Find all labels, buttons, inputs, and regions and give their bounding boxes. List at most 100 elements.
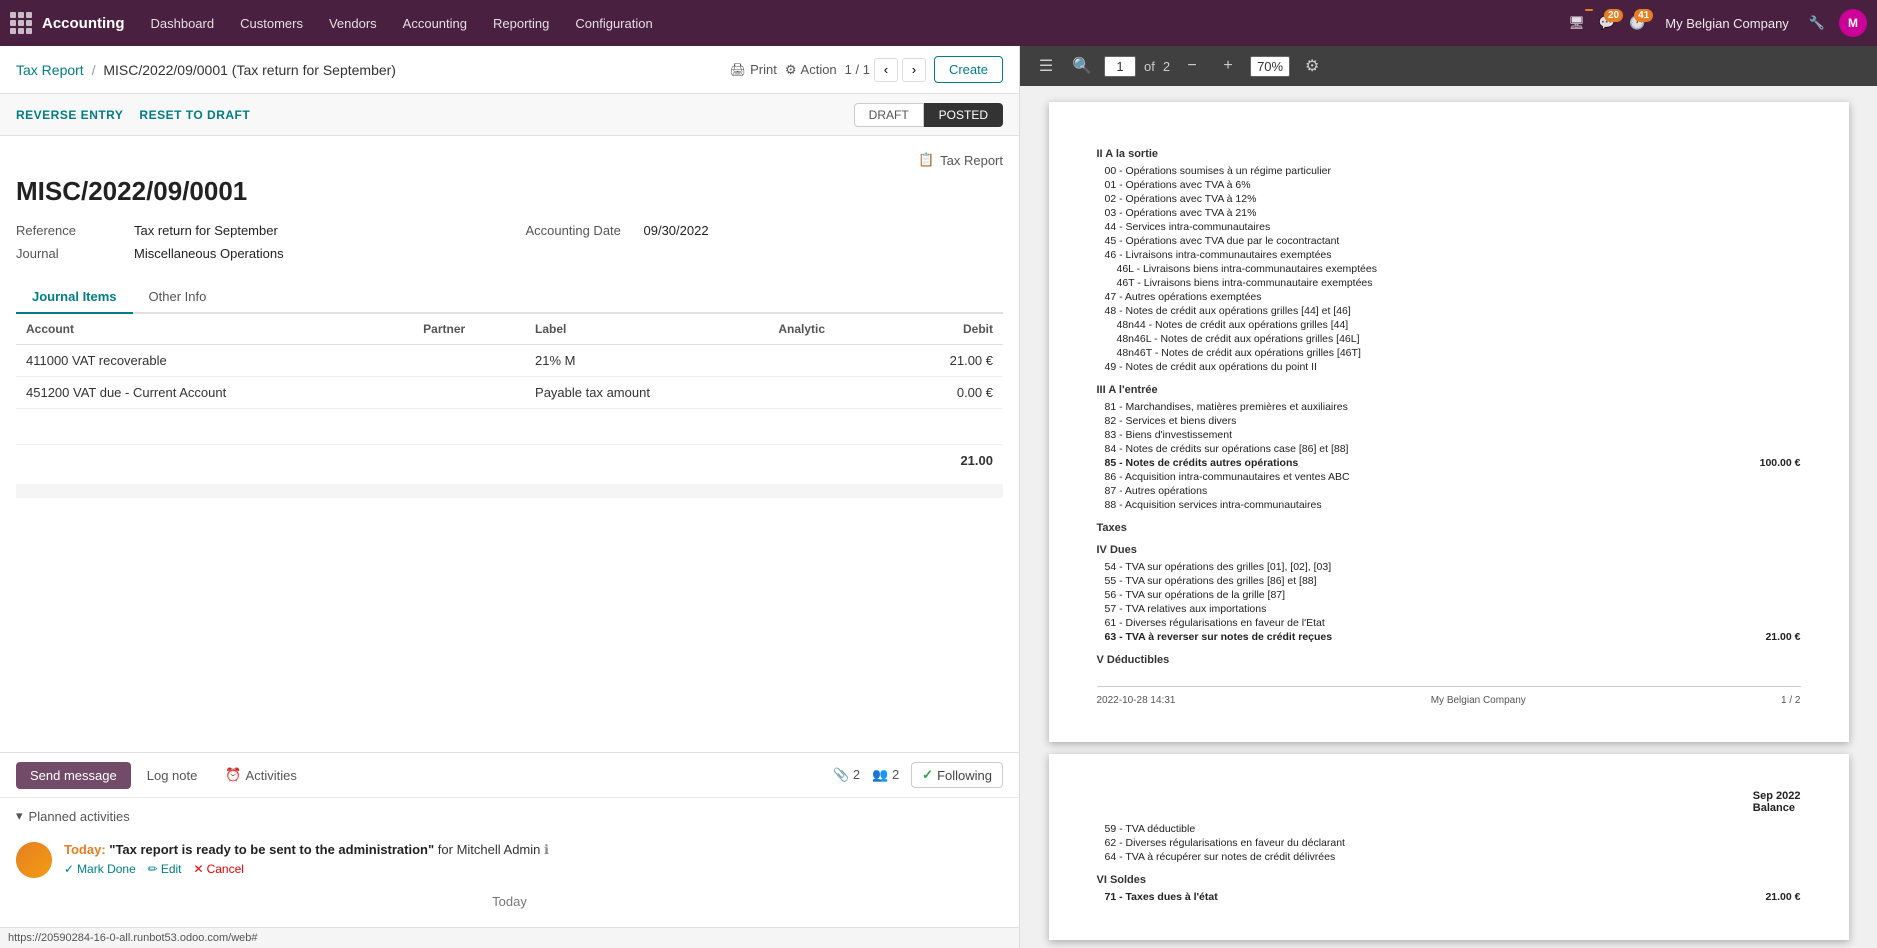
pdf-footer-pager: 1 / 2 — [1781, 695, 1800, 706]
mark-done-button[interactable]: ✓ Mark Done — [64, 862, 136, 876]
pdf-row: 00 - Opérations soumises à un régime par… — [1097, 164, 1801, 178]
table-total: 21.00 — [889, 445, 1003, 477]
pdf-row: 48n44 - Notes de crédit aux opérations g… — [1097, 318, 1801, 332]
action-button[interactable]: ⚙ Action — [785, 62, 837, 78]
create-button[interactable]: Create — [934, 56, 1003, 83]
pdf-zoom-in[interactable]: + — [1214, 52, 1242, 80]
pdf-zoom-out[interactable]: − — [1178, 52, 1206, 80]
col-account: Account — [16, 314, 413, 345]
log-note-button[interactable]: Log note — [135, 762, 210, 789]
pdf-row: 85 - Notes de crédits autres opérations1… — [1097, 456, 1801, 470]
settings-icon[interactable]: 🔧 — [1809, 15, 1825, 31]
following-button[interactable]: ✓ Following — [911, 762, 1003, 788]
reference-label: Reference — [16, 223, 126, 238]
cell-partner-1 — [413, 377, 525, 409]
pencil-icon: ✏ — [148, 862, 158, 876]
col-label: Label — [525, 314, 768, 345]
pdf-row: 46L - Livraisons biens intra-communautai… — [1097, 262, 1801, 276]
nav-vendors[interactable]: Vendors — [319, 12, 387, 35]
journal-label: Journal — [16, 246, 126, 261]
chatter: Send message Log note ⏰ Activities 📎 2 👥… — [0, 752, 1019, 948]
cell-account-1: 451200 VAT due - Current Account — [16, 377, 413, 409]
pdf-row: 55 - TVA sur opérations des grilles [86]… — [1097, 574, 1801, 588]
cell-debit-0: 21.00 € — [889, 345, 1003, 377]
nav-customers[interactable]: Customers — [230, 12, 313, 35]
form-content: 📋 Tax Report MISC/2022/09/0001 Reference… — [0, 136, 1019, 752]
activity-description: Today: "Tax report is ready to be sent t… — [64, 842, 1003, 858]
reference-field: Reference Tax return for September — [16, 223, 494, 238]
planned-activities-title[interactable]: ▾ Planned activities — [16, 808, 1003, 824]
today-divider: Today — [16, 894, 1003, 909]
accounting-date-field: Accounting Date 09/30/2022 — [526, 223, 1004, 238]
cancel-button[interactable]: ✕ Cancel — [194, 862, 244, 876]
status-draft-button[interactable]: DRAFT — [854, 103, 924, 127]
pdf-section-iv-title: IV Dues — [1097, 544, 1801, 556]
print-icon: 🖨 — [730, 62, 747, 78]
screen-icon[interactable]: 🖥 — [1568, 15, 1585, 31]
cell-partner-0 — [413, 345, 525, 377]
form-tabs: Journal Items Other Info — [16, 281, 1003, 314]
clock-icon[interactable]: 🕐 41 — [1629, 15, 1645, 31]
form-fields: Reference Tax return for September Accou… — [16, 223, 1003, 261]
pdf-row: 54 - TVA sur opérations des grilles [01]… — [1097, 560, 1801, 574]
pdf-sidebar-toggle[interactable]: ☰ — [1032, 52, 1060, 80]
cell-debit-1: 0.00 € — [889, 377, 1003, 409]
status-posted-button[interactable]: POSTED — [924, 103, 1003, 127]
pdf-row: 63 - TVA à reverser sur notes de crédit … — [1097, 630, 1801, 644]
company-name: My Belgian Company — [1665, 16, 1789, 31]
app-grid-icon[interactable] — [10, 12, 32, 34]
user-avatar[interactable]: M — [1839, 9, 1867, 37]
nav-configuration[interactable]: Configuration — [565, 12, 662, 35]
pdf-row: 61 - Diverses régularisations en faveur … — [1097, 616, 1801, 630]
clock-small-icon: ⏰ — [225, 767, 241, 783]
activity-for: for Mitchell Admin — [438, 842, 541, 857]
reset-to-draft-button[interactable]: RESET TO DRAFT — [139, 108, 250, 122]
breadcrumb-current: MISC/2022/09/0001 (Tax return for Septem… — [103, 62, 396, 78]
journal-value: Miscellaneous Operations — [134, 246, 284, 261]
activities-button[interactable]: ⏰ Activities — [213, 761, 308, 789]
pdf-row: 47 - Autres opérations exemptées — [1097, 290, 1801, 304]
tab-journal-items[interactable]: Journal Items — [16, 281, 133, 314]
pdf-row: 01 - Opérations avec TVA à 6% — [1097, 178, 1801, 192]
reverse-entry-button[interactable]: REVERSE ENTRY — [16, 108, 123, 122]
pdf-row: 45 - Opérations avec TVA due par le coco… — [1097, 234, 1801, 248]
table-row[interactable]: 411000 VAT recoverable 21% M 21.00 € — [16, 345, 1003, 377]
pdf-row: 71 - Taxes dues à l'état21.00 € — [1097, 890, 1801, 904]
send-message-button[interactable]: Send message — [16, 762, 131, 789]
pager-next[interactable]: › — [902, 58, 926, 82]
horizontal-scrollbar[interactable] — [16, 484, 1003, 498]
pdf-page-input[interactable] — [1104, 56, 1136, 77]
nav-reporting[interactable]: Reporting — [483, 12, 559, 35]
cell-account-0: 411000 VAT recoverable — [16, 345, 413, 377]
url-bar: https://20590284-16-0-all.runbot53.odoo.… — [0, 927, 1019, 948]
chat-icon[interactable]: 💬 20 — [1599, 15, 1615, 31]
pager-prev[interactable]: ‹ — [874, 58, 898, 82]
pdf-footer-company: My Belgian Company — [1431, 695, 1526, 706]
activity-actions: ✓ Mark Done ✏ Edit ✕ Cancel — [64, 862, 1003, 876]
table-row-empty — [16, 409, 1003, 445]
nav-accounting[interactable]: Accounting — [393, 12, 477, 35]
form-title: MISC/2022/09/0001 — [16, 176, 1003, 207]
tab-other-info[interactable]: Other Info — [133, 281, 223, 314]
table-row[interactable]: 451200 VAT due - Current Account Payable… — [16, 377, 1003, 409]
chat-badge: 20 — [1604, 9, 1623, 22]
attachment-count: 📎 2 — [833, 767, 860, 783]
pdf-settings-button[interactable]: ⚙ — [1298, 52, 1326, 80]
activity-content: Today: "Tax report is ready to be sent t… — [64, 842, 1003, 876]
nav-dashboard[interactable]: Dashboard — [141, 12, 225, 35]
pdf-total-pages: 2 — [1163, 59, 1170, 74]
avatar — [16, 842, 52, 878]
check-small-icon: ✓ — [64, 862, 74, 876]
journal-table: Account Partner Label Analytic Debit 411… — [16, 314, 1003, 476]
pdf-row: 03 - Opérations avec TVA à 21% — [1097, 206, 1801, 220]
pdf-search-button[interactable]: 🔍 — [1068, 52, 1096, 80]
breadcrumb-parent[interactable]: Tax Report — [16, 62, 84, 78]
pdf-section-vi-title: VI Soldes — [1097, 874, 1801, 886]
pdf-row: 49 - Notes de crédit aux opérations du p… — [1097, 360, 1801, 374]
print-button[interactable]: 🖨 Print — [730, 62, 777, 78]
clock-badge: 41 — [1634, 9, 1653, 22]
edit-button[interactable]: ✏ Edit — [148, 862, 182, 876]
pdf-content[interactable]: II A la sortie 00 - Opérations soumises … — [1020, 86, 1877, 948]
cell-analytic-1 — [768, 377, 888, 409]
attachment-icon: 📎 — [833, 767, 849, 782]
